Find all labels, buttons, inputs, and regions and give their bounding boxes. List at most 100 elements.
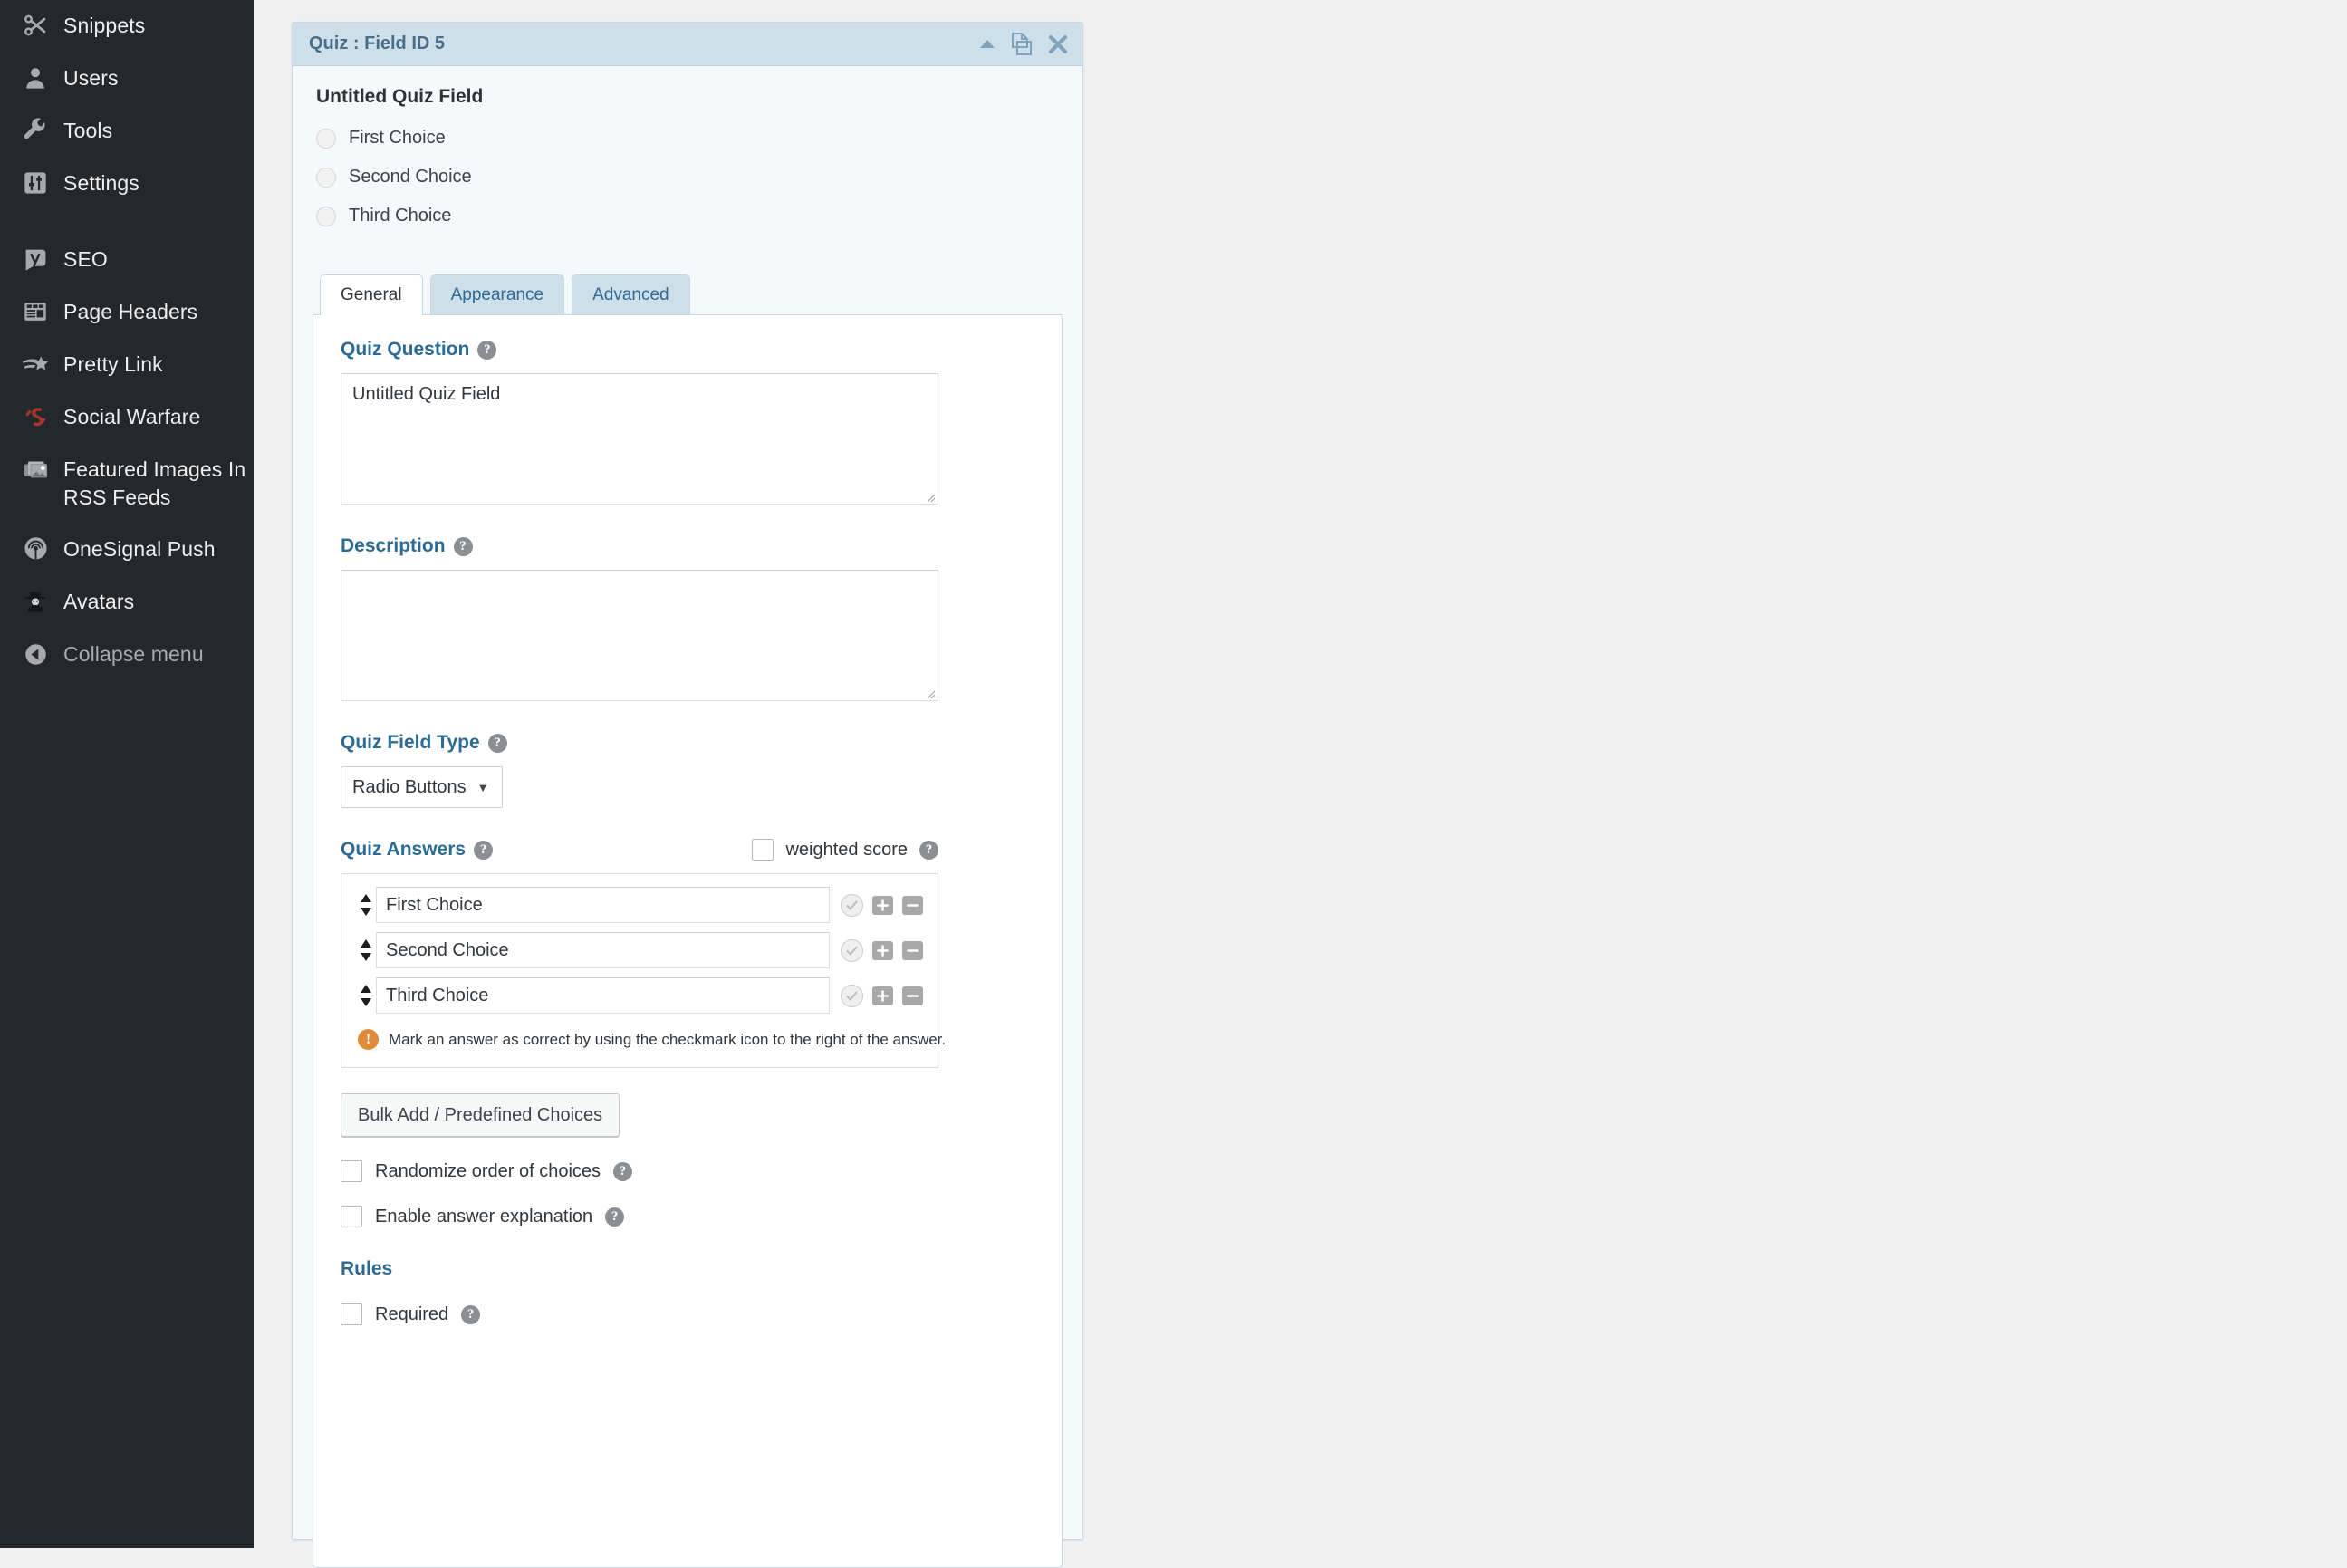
- sidebar-item-featured-images-rss[interactable]: Featured Images In RSS Feeds: [0, 444, 254, 524]
- tab-general[interactable]: General: [320, 274, 423, 315]
- quiz-field-type-label-row: Quiz Field Type ?: [341, 732, 1034, 754]
- plus-square-icon[interactable]: [872, 941, 893, 960]
- answer-input[interactable]: [376, 932, 830, 968]
- panel-header-actions: [979, 33, 1068, 56]
- admin-sidebar: Snippets Users Tools Settings: [0, 0, 254, 1548]
- sidebar-item-collapse-menu[interactable]: Collapse menu: [0, 629, 254, 681]
- caret-up-icon[interactable]: [979, 38, 996, 50]
- answers-note-text: Mark an answer as correct by using the c…: [389, 1026, 946, 1053]
- explanation-label: Enable answer explanation: [375, 1207, 592, 1227]
- sidebar-item-pretty-link[interactable]: Pretty Link: [0, 339, 254, 391]
- minus-square-icon[interactable]: [902, 896, 923, 915]
- sort-updown-icon[interactable]: [356, 938, 376, 962]
- checkmark-circle-icon[interactable]: [841, 939, 863, 962]
- field-preview: Untitled Quiz Field First Choice Second …: [293, 66, 1082, 261]
- close-x-icon[interactable]: [1048, 34, 1068, 54]
- tab-advanced[interactable]: Advanced: [572, 274, 690, 314]
- sidebar-item-label: Social Warfare: [63, 403, 200, 431]
- answer-row: [356, 932, 923, 968]
- sidebar-item-label: Tools: [63, 117, 112, 145]
- preview-choice-label: Second Choice: [349, 167, 472, 188]
- weighted-score-label: weighted score: [785, 840, 908, 861]
- quiz-field-type-select[interactable]: Radio Buttons ▼: [341, 766, 503, 808]
- sidebar-item-label: Pretty Link: [63, 351, 163, 379]
- preview-choice-row[interactable]: Second Choice: [316, 167, 1059, 188]
- required-checkbox[interactable]: [341, 1303, 362, 1325]
- settings-tabs: General Appearance Advanced: [293, 261, 1082, 315]
- sidebar-item-onesignal-push[interactable]: OneSignal Push: [0, 524, 254, 576]
- tab-panel-general: Quiz Question ? Description ?: [313, 315, 1063, 1568]
- sidebar-item-page-headers[interactable]: Page Headers: [0, 286, 254, 339]
- sidebar-item-seo[interactable]: SEO: [0, 234, 254, 286]
- quiz-answers-list: ! Mark an answer as correct by using the…: [341, 873, 938, 1068]
- page-layout-icon: [20, 296, 51, 327]
- sidebar-separator: [0, 210, 254, 234]
- description-input[interactable]: [341, 570, 938, 701]
- sidebar-item-social-warfare[interactable]: Social Warfare: [0, 391, 254, 444]
- radio-icon[interactable]: [316, 168, 336, 188]
- sort-updown-icon[interactable]: [356, 984, 376, 1007]
- quiz-question-input[interactable]: [341, 373, 938, 505]
- sidebar-item-label: Settings: [63, 169, 139, 197]
- broadcast-icon: [20, 534, 51, 564]
- sort-updown-icon[interactable]: [356, 893, 376, 917]
- answer-input[interactable]: [376, 887, 830, 923]
- minus-square-icon[interactable]: [902, 986, 923, 1005]
- preview-choice-row[interactable]: First Choice: [316, 128, 1059, 149]
- plus-square-icon[interactable]: [872, 986, 893, 1005]
- help-icon[interactable]: ?: [461, 1305, 480, 1324]
- quiz-field-type-value: Radio Buttons: [352, 777, 467, 798]
- preview-choice-label: Third Choice: [349, 206, 451, 226]
- sidebar-item-label: Collapse menu: [63, 640, 204, 669]
- help-icon[interactable]: ?: [454, 537, 473, 556]
- radio-icon[interactable]: [316, 129, 336, 149]
- help-icon[interactable]: ?: [919, 841, 938, 860]
- explanation-checkbox[interactable]: [341, 1206, 362, 1227]
- sidebar-item-users[interactable]: Users: [0, 53, 254, 105]
- checkmark-circle-icon[interactable]: [841, 985, 863, 1007]
- sidebar-item-snippets[interactable]: Snippets: [0, 0, 254, 53]
- tab-appearance[interactable]: Appearance: [430, 274, 564, 314]
- radio-icon[interactable]: [316, 207, 336, 226]
- help-icon[interactable]: ?: [605, 1207, 624, 1227]
- help-icon[interactable]: ?: [613, 1162, 632, 1181]
- quiz-field-panel: Quiz : Field ID 5: [292, 22, 1083, 1540]
- sidebar-item-label: SEO: [63, 245, 108, 274]
- help-icon[interactable]: ?: [488, 734, 507, 753]
- sidebar-item-settings[interactable]: Settings: [0, 158, 254, 210]
- sidebar-item-label: Users: [63, 64, 119, 92]
- checkmark-circle-icon[interactable]: [841, 894, 863, 917]
- plus-square-icon[interactable]: [872, 896, 893, 915]
- description-label: Description: [341, 535, 446, 557]
- help-icon[interactable]: ?: [474, 841, 493, 860]
- quiz-answers-label: Quiz Answers: [341, 839, 466, 861]
- answer-actions: [841, 894, 923, 917]
- explanation-row: Enable answer explanation ?: [341, 1206, 1034, 1227]
- wrench-icon: [20, 115, 51, 146]
- answer-input[interactable]: [376, 977, 830, 1014]
- randomize-row: Randomize order of choices ?: [341, 1160, 1034, 1182]
- help-icon[interactable]: ?: [477, 341, 496, 360]
- sidebar-item-label: Snippets: [63, 12, 145, 40]
- minus-square-icon[interactable]: [902, 941, 923, 960]
- sidebar-item-label: Avatars: [63, 588, 134, 616]
- duplicate-icon[interactable]: [1011, 33, 1033, 56]
- description-field-wrap: [341, 570, 938, 701]
- scissors-icon: [20, 10, 51, 41]
- weighted-score-checkbox[interactable]: [752, 839, 774, 861]
- sidebar-item-label: Featured Images In RSS Feeds: [63, 456, 245, 512]
- sidebar-item-avatars[interactable]: Avatars: [0, 576, 254, 629]
- photos-stack-icon: [20, 454, 51, 485]
- bulk-add-button[interactable]: Bulk Add / Predefined Choices: [341, 1093, 620, 1137]
- social-warfare-icon: [20, 401, 51, 432]
- chevron-down-icon: ▼: [477, 781, 489, 794]
- sidebar-item-label: Page Headers: [63, 298, 197, 326]
- preview-title: Untitled Quiz Field: [316, 86, 1059, 108]
- quiz-question-label-row: Quiz Question ?: [341, 339, 1034, 361]
- preview-choice-row[interactable]: Third Choice: [316, 206, 1059, 226]
- answers-note: ! Mark an answer as correct by using the…: [358, 1026, 974, 1053]
- randomize-checkbox[interactable]: [341, 1160, 362, 1182]
- yoast-seo-icon: [20, 244, 51, 274]
- sidebar-item-tools[interactable]: Tools: [0, 105, 254, 158]
- required-row: Required ?: [341, 1303, 1034, 1325]
